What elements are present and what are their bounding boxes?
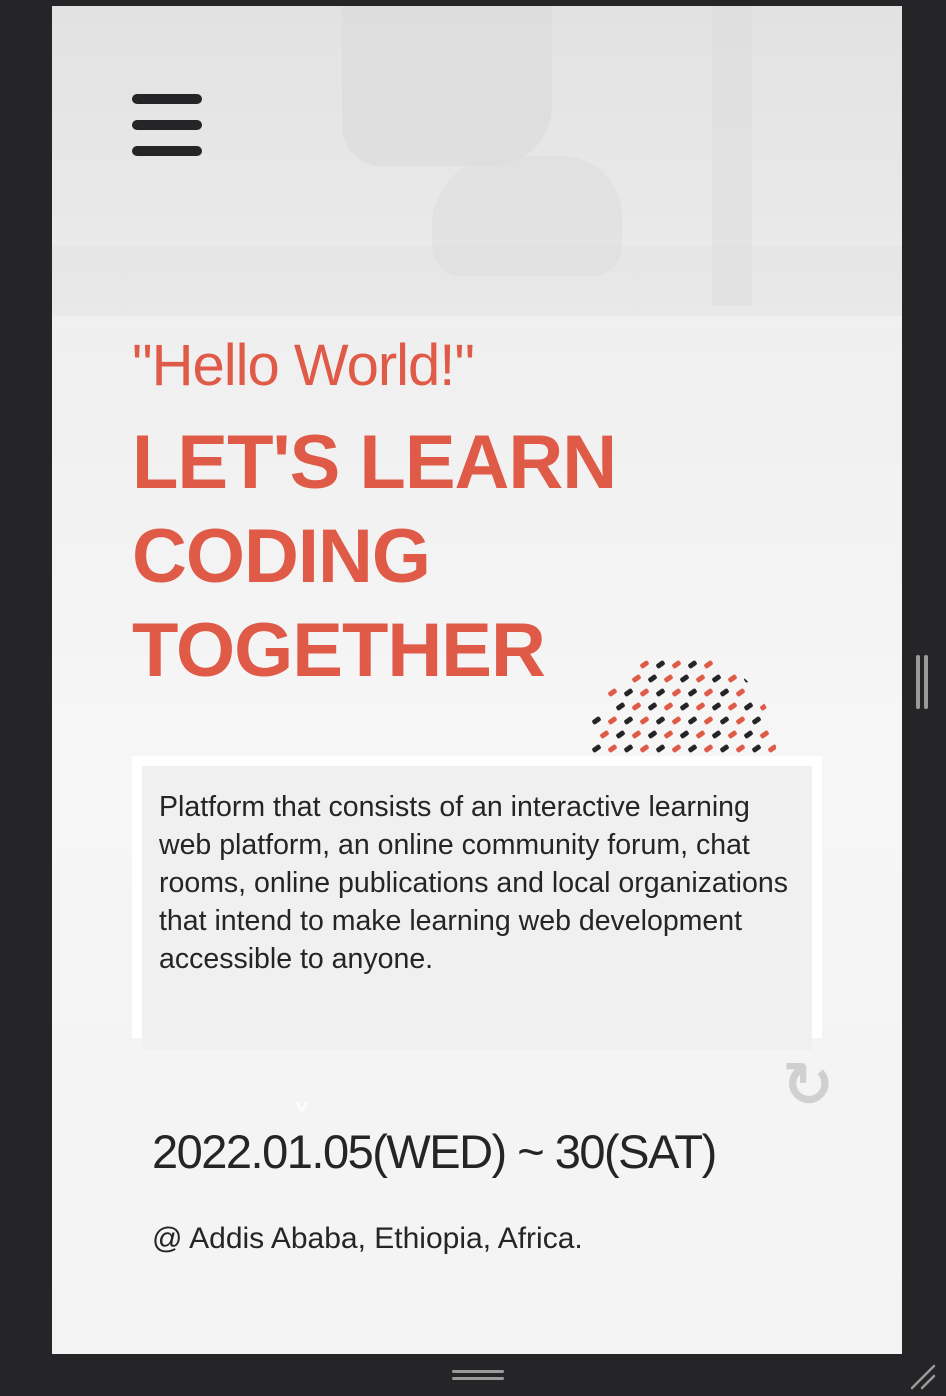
dot-mark xyxy=(631,673,642,684)
dot-mark xyxy=(671,659,682,670)
dot-mark xyxy=(639,743,650,754)
dot-mark xyxy=(687,715,698,726)
dot-mark xyxy=(695,701,706,712)
description-box: Platform that consists of an interactive… xyxy=(142,766,812,1050)
dot-mark xyxy=(679,701,690,712)
right-resize-handle[interactable] xyxy=(914,655,930,709)
dot-mark xyxy=(647,701,658,712)
dot-mark xyxy=(719,743,730,754)
dot-mark xyxy=(639,715,650,726)
dot-mark xyxy=(711,673,722,684)
event-location: @ Addis Ababa, Ethiopia, Africa. xyxy=(152,1222,583,1255)
dot-mark xyxy=(679,673,690,684)
dot-mark xyxy=(751,715,762,726)
dot-mark xyxy=(735,687,746,698)
dot-mark xyxy=(695,729,706,740)
description-text: Platform that consists of an interactive… xyxy=(159,791,788,975)
dot-mark xyxy=(607,743,618,754)
refresh-icon: ↻ xyxy=(782,1048,834,1121)
dot-mark xyxy=(591,715,602,726)
dot-mark xyxy=(623,743,634,754)
dot-mark xyxy=(759,729,770,740)
dot-mark xyxy=(607,715,618,726)
dot-mark xyxy=(767,743,776,754)
dot-mark xyxy=(671,743,682,754)
dot-mark xyxy=(743,729,754,740)
resize-grip-icon[interactable] xyxy=(906,1360,936,1390)
dot-mark xyxy=(631,729,642,740)
dot-mark xyxy=(751,743,762,754)
dot-mark xyxy=(679,729,690,740)
dot-mark xyxy=(703,715,714,726)
dot-mark xyxy=(695,673,706,684)
hero-greeting: "Hello World!" xyxy=(132,333,475,398)
dot-mark xyxy=(663,701,674,712)
dot-mark xyxy=(703,659,714,670)
dot-mark xyxy=(615,701,626,712)
dot-mark xyxy=(655,659,666,670)
dot-mark xyxy=(663,729,674,740)
dot-mark xyxy=(607,687,618,698)
dot-mark xyxy=(727,673,738,684)
dot-mark xyxy=(639,687,650,698)
dot-mark xyxy=(727,729,738,740)
dot-mark xyxy=(591,743,602,754)
dot-mark xyxy=(687,659,698,670)
dot-mark xyxy=(719,715,730,726)
dot-mark xyxy=(727,701,738,712)
dot-mark xyxy=(703,687,714,698)
dot-mark xyxy=(735,715,746,726)
dot-mark xyxy=(735,743,746,754)
dot-mark xyxy=(671,687,682,698)
dot-mark xyxy=(615,729,626,740)
hero-headline: LET'S LEARN CODING TOGETHER xyxy=(132,420,617,693)
dot-mark xyxy=(623,687,634,698)
dot-mark xyxy=(719,687,730,698)
dot-mark xyxy=(663,673,674,684)
background-photo xyxy=(52,6,902,326)
bottom-resize-handle[interactable] xyxy=(452,1368,504,1382)
dot-mark xyxy=(631,701,642,712)
dot-mark xyxy=(647,729,658,740)
dot-mark xyxy=(711,729,722,740)
dot-mark xyxy=(703,743,714,754)
hamburger-menu-button[interactable] xyxy=(132,94,202,156)
dot-mark xyxy=(743,701,754,712)
dot-mark xyxy=(687,687,698,698)
page-viewport: "Hello World!" LET'S LEARN CODING TOGETH… xyxy=(52,6,902,1354)
dot-mark xyxy=(647,673,658,684)
dot-mark xyxy=(623,715,634,726)
dot-mark xyxy=(655,715,666,726)
dot-mark xyxy=(711,701,722,712)
dot-mark xyxy=(655,687,666,698)
dot-mark xyxy=(655,743,666,754)
event-date: 2022.01.05(WED) ~ 30(SAT) xyxy=(152,1125,717,1178)
dot-mark xyxy=(671,715,682,726)
dot-mark xyxy=(599,729,610,740)
dot-mark xyxy=(687,743,698,754)
